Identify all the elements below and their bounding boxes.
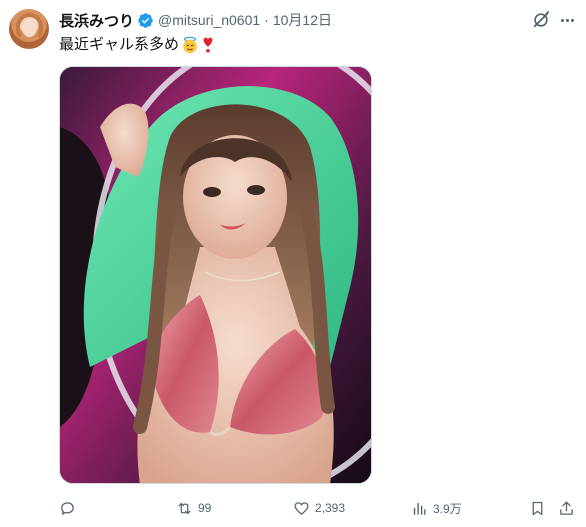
views-button[interactable]: 3.9万 <box>411 498 462 518</box>
tweet-text: 最近ギャル系多め <box>59 36 180 53</box>
photo-illustration <box>60 67 371 483</box>
reply-icon <box>61 501 74 515</box>
like-count: 2,393 <box>315 501 346 515</box>
heart-icon <box>294 501 309 515</box>
more-options-icon[interactable] <box>557 11 577 29</box>
views-count: 3.9万 <box>433 501 462 516</box>
tweet-card[interactable]: 長浜みつり @mitsuri_n0601 · 10月12日 最近ギャル系多め 9… <box>0 0 586 527</box>
share-button[interactable] <box>558 498 575 518</box>
repost-count: 99 <box>198 501 212 515</box>
tweet-text-row: 最近ギャル系多め <box>59 35 215 55</box>
repost-icon <box>178 502 191 514</box>
tweet-photo[interactable] <box>59 66 372 484</box>
repost-button[interactable]: 99 <box>176 498 211 518</box>
angel-face-emoji <box>183 36 197 54</box>
author-name[interactable]: 長浜みつり <box>59 10 134 31</box>
avatar[interactable] <box>9 9 49 49</box>
verified-badge-icon <box>138 12 153 28</box>
author-handle[interactable]: @mitsuri_n0601 <box>158 12 260 28</box>
bookmark-icon <box>532 501 543 515</box>
grok-icon[interactable] <box>532 11 550 29</box>
action-bar: 99 2,393 3.9万 <box>59 498 579 518</box>
separator-dot: · <box>264 12 269 28</box>
like-button[interactable]: 2,393 <box>293 498 345 518</box>
reply-button[interactable] <box>59 498 81 518</box>
views-chart-icon <box>413 502 426 515</box>
tweet-header: 長浜みつり @mitsuri_n0601 · 10月12日 <box>59 10 332 30</box>
avatar-face <box>22 19 37 37</box>
tweet-date[interactable]: 10月12日 <box>273 10 332 30</box>
share-icon <box>560 500 573 515</box>
bookmark-button[interactable] <box>529 498 546 518</box>
heart-exclamation-emoji <box>203 37 213 53</box>
